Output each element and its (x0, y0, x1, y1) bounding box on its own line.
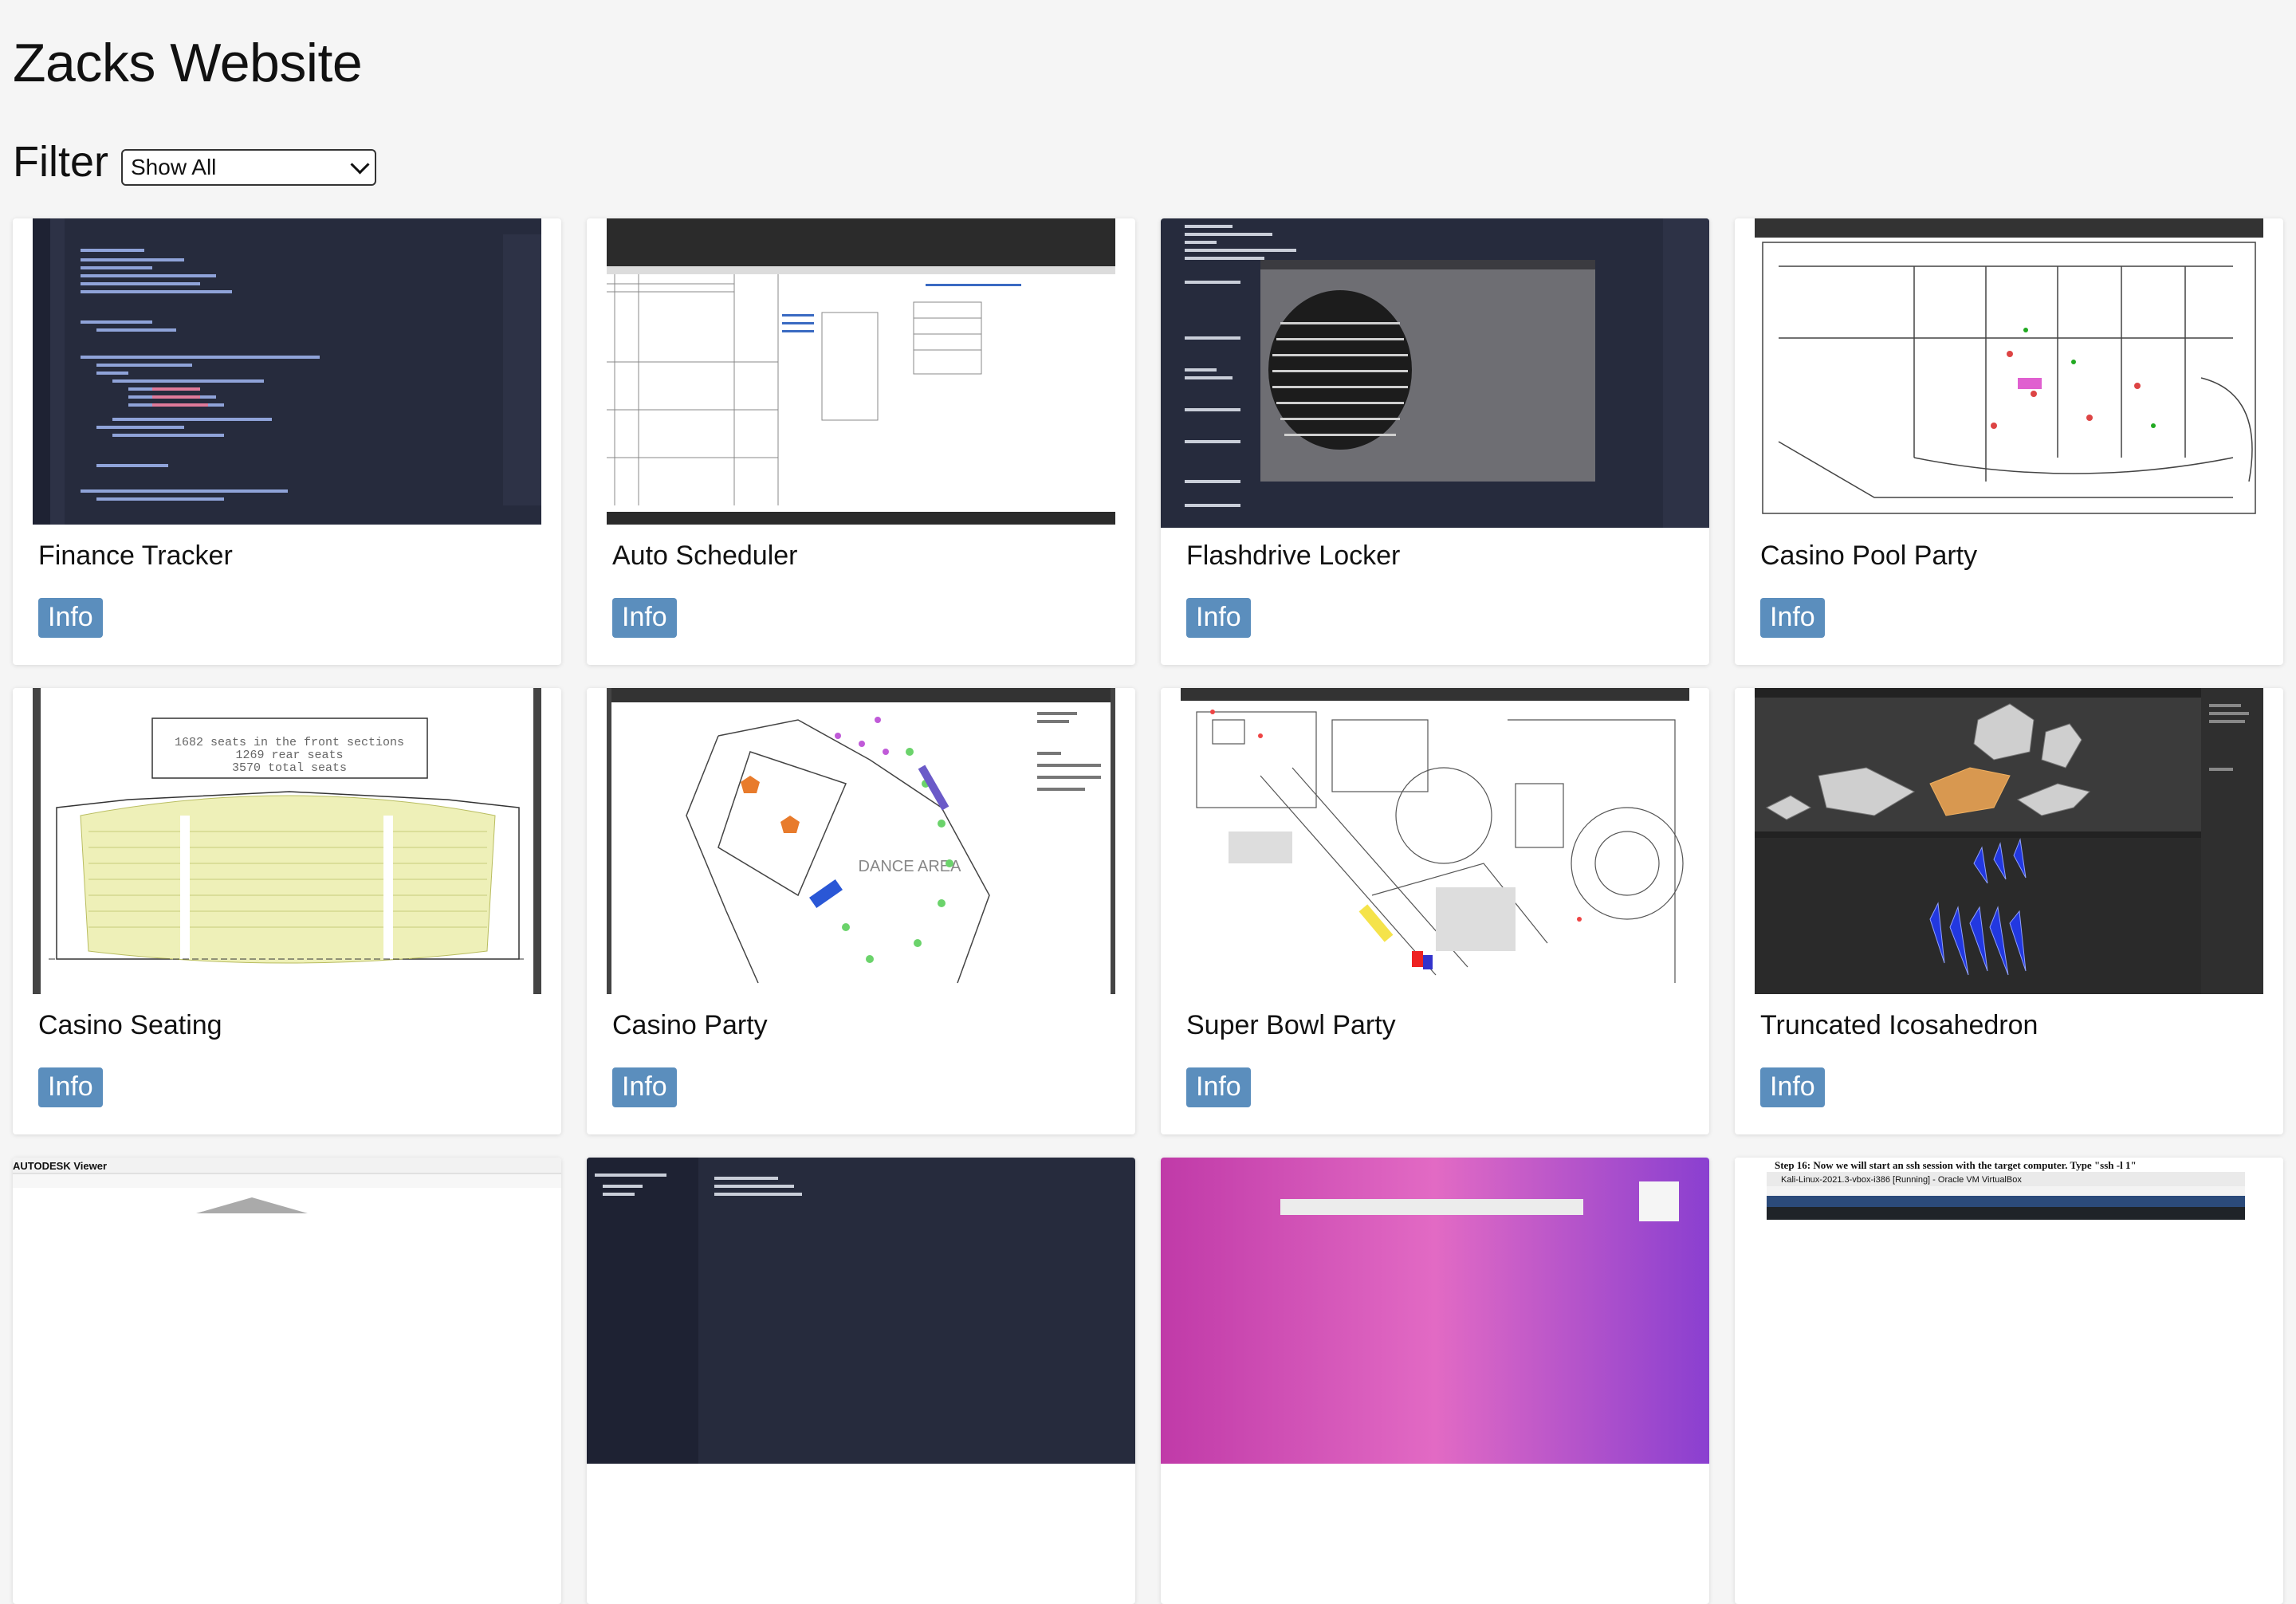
project-title: Casino Pool Party (1760, 541, 1978, 571)
chevron-down-icon (350, 154, 370, 175)
info-button[interactable]: Info (38, 598, 103, 638)
info-button[interactable]: Info (38, 1067, 103, 1107)
project-title: Super Bowl Party (1186, 1010, 1396, 1040)
project-thumbnail[interactable]: 1682 seats in the front sections 1269 re… (33, 688, 541, 994)
project-thumbnail[interactable] (1755, 688, 2263, 994)
project-card: Truncated Icosahedron Info (1735, 688, 2283, 1134)
project-thumbnail[interactable] (587, 1158, 1135, 1464)
project-card (1161, 1158, 1709, 1604)
project-thumbnail[interactable]: DANCE AREA (607, 688, 1115, 994)
project-card: Super Bowl Party Info (1161, 688, 1709, 1134)
project-card: Finance Tracker Info (13, 218, 561, 665)
project-card: Flashdrive Locker Info (1161, 218, 1709, 665)
project-thumbnail[interactable] (1161, 1158, 1709, 1464)
project-title: Casino Party (612, 1010, 768, 1040)
project-card: 1682 seats in the front sections 1269 re… (13, 688, 561, 1134)
info-button[interactable]: Info (1186, 598, 1251, 638)
filter-label: Filter (13, 138, 108, 186)
project-thumbnail[interactable] (1755, 218, 2263, 525)
project-title: Auto Scheduler (612, 541, 798, 571)
seating-text-2: 1269 rear seats (235, 749, 343, 762)
party-area-label: DANCE AREA (859, 858, 962, 875)
project-card: DANCE AREA Casino Party Info (587, 688, 1135, 1134)
project-thumbnail[interactable] (1181, 688, 1689, 994)
project-thumbnail[interactable] (607, 218, 1115, 525)
info-button[interactable]: Info (612, 598, 677, 638)
project-card: Casino Pool Party Info (1735, 218, 2283, 665)
project-thumbnail[interactable]: AUTODESK Viewer (13, 1158, 561, 1464)
seating-text-1: 1682 seats in the front sections (175, 736, 404, 749)
filter-selected-value: Show All (131, 155, 217, 179)
info-button[interactable]: Info (1186, 1067, 1251, 1107)
project-title: Flashdrive Locker (1186, 541, 1401, 571)
project-card: Auto Scheduler Info (587, 218, 1135, 665)
info-button[interactable]: Info (1760, 1067, 1825, 1107)
project-title: Truncated Icosahedron (1760, 1010, 2038, 1040)
project-card (587, 1158, 1135, 1604)
vbox-window-title: Kali-Linux-2021.3-vbox-i386 [Running] - … (1781, 1175, 2022, 1185)
info-button[interactable]: Info (612, 1067, 677, 1107)
project-card: Step 16: Now we will start an ssh sessio… (1735, 1158, 2283, 1604)
filter-row: Filter Show All (13, 137, 376, 187)
vbox-step-text: Step 16: Now we will start an ssh sessio… (1775, 1159, 2137, 1171)
page-title: Zacks Website (13, 33, 363, 93)
filter-select[interactable]: Show All (121, 149, 376, 186)
info-button[interactable]: Info (1760, 598, 1825, 638)
project-title: Finance Tracker (38, 541, 233, 571)
project-thumbnail[interactable] (33, 218, 541, 525)
seating-text-3: 3570 total seats (232, 761, 347, 775)
project-card: AUTODESK Viewer (13, 1158, 561, 1604)
project-thumbnail[interactable]: Step 16: Now we will start an ssh sessio… (1735, 1158, 2283, 1464)
project-thumbnail[interactable] (1161, 218, 1709, 528)
project-title: Casino Seating (38, 1010, 222, 1040)
autodesk-title: AUTODESK Viewer (13, 1160, 107, 1172)
